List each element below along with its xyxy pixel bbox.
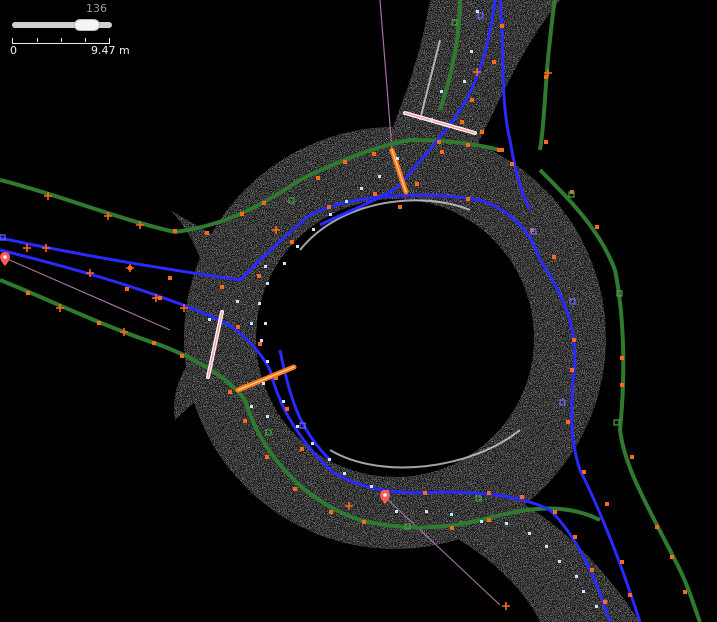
scale-bar: 136 0 9.47 m (8, 2, 148, 62)
zoom-slider-thumb[interactable] (74, 19, 100, 31)
scale-tick (85, 38, 86, 42)
scale-end-label: 9.47 m (91, 44, 130, 57)
scale-tick (37, 38, 38, 42)
map-canvas[interactable] (0, 0, 717, 622)
scale-tick (61, 38, 62, 42)
point-cloud (0, 0, 717, 622)
scale-start-label: 0 (10, 44, 17, 57)
zoom-level-label: 136 (86, 2, 107, 15)
